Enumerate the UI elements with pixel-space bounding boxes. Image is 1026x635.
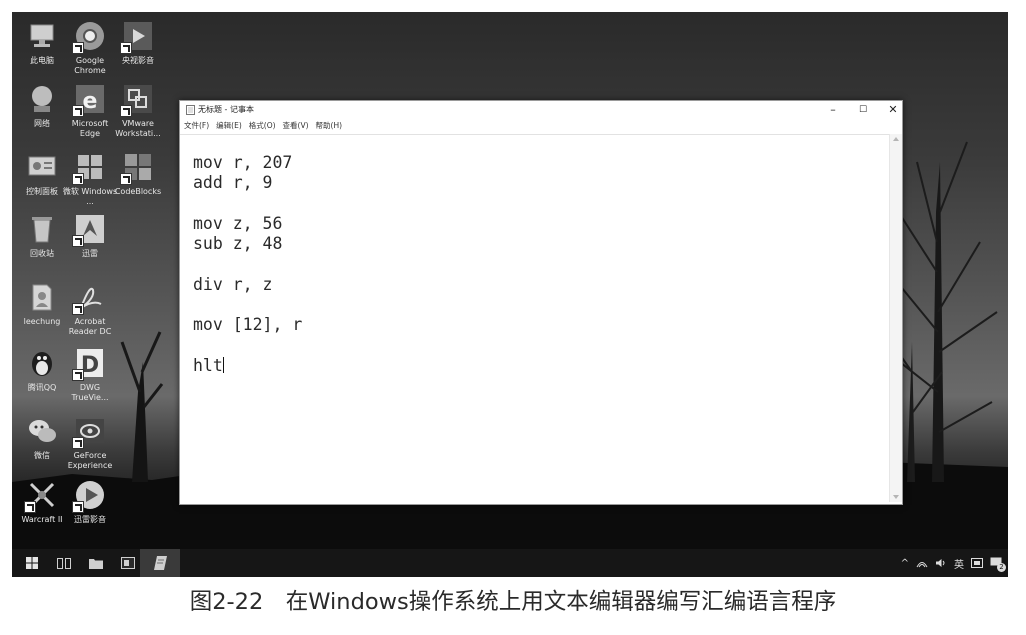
window-title: 无标题 - 记事本	[198, 105, 254, 114]
desktop-icon[interactable]: CodeBlocks	[110, 150, 166, 197]
vertical-scrollbar[interactable]	[889, 134, 902, 502]
code-line: mov r, 207	[193, 153, 293, 172]
volume-icon[interactable]	[935, 558, 947, 568]
desktop-icon[interactable]: 迅雷	[62, 212, 118, 259]
text-caret	[222, 356, 224, 373]
menu-format[interactable]: 格式(O)	[249, 119, 276, 133]
desktop-icon[interactable]: 央视影音	[110, 19, 166, 66]
windows-start-icon	[26, 557, 38, 569]
code-line-text: hlt	[193, 355, 223, 375]
computer-icon	[30, 24, 54, 47]
desktop-icon[interactable]: D DWG TrueVie...	[62, 346, 118, 403]
menu-help[interactable]: 帮助(H)	[316, 119, 343, 133]
app-icon	[121, 557, 135, 569]
notepad-titlebar[interactable]: 无标题 - 记事本 – ☐ ✕	[180, 101, 902, 119]
notepad-icon	[153, 556, 167, 570]
keyboard-icon[interactable]	[971, 558, 983, 568]
desktop-screen: 此电脑 Google Chrome 央视影音 网络 e Microsoft Ed…	[12, 12, 1008, 577]
system-tray: ^ 英 2	[901, 549, 1006, 577]
menu-file[interactable]: 文件(F)	[184, 119, 209, 133]
code-line: mov z, 56	[193, 213, 283, 233]
notepad-window[interactable]: 无标题 - 记事本 – ☐ ✕ 文件(F) 编辑(E) 格式(O) 查看(V) …	[179, 100, 903, 505]
user-folder-icon	[32, 284, 52, 311]
desktop-icon[interactable]: GeForce Experience	[62, 414, 118, 471]
tray-chevron-icon[interactable]: ^	[901, 558, 909, 569]
code-line: add r, 9	[193, 173, 273, 193]
input-method-indicator[interactable]: 英	[954, 556, 964, 571]
taskbar: ^ 英 2	[12, 549, 1008, 577]
svg-text:e: e	[83, 89, 98, 114]
menu-edit[interactable]: 编辑(E)	[216, 119, 242, 133]
notification-center-button[interactable]: 2	[990, 557, 1006, 572]
desktop-icon[interactable]: 迅雷影音	[62, 478, 118, 525]
notification-count-badge: 2	[997, 563, 1006, 572]
scroll-up-arrow-icon[interactable]	[893, 137, 899, 141]
notepad-taskbar-button[interactable]	[140, 549, 180, 577]
network-icon[interactable]	[916, 558, 928, 568]
menu-bar: 文件(F) 编辑(E) 格式(O) 查看(V) 帮助(H)	[180, 119, 902, 133]
scroll-down-arrow-icon[interactable]	[893, 495, 899, 499]
menu-view[interactable]: 查看(V)	[283, 119, 309, 133]
task-view-icon	[57, 557, 71, 569]
desktop-icon[interactable]: VMware Workstati...	[110, 82, 166, 139]
desktop-icon[interactable]: Acrobat Reader DC	[62, 280, 118, 337]
code-line: sub z, 48	[193, 234, 283, 254]
close-button[interactable]: ✕	[878, 101, 908, 119]
code-line-last: hlt	[193, 356, 302, 376]
minimize-button[interactable]: –	[818, 101, 848, 119]
figure-caption: 图2-22 在Windows操作系统上用文本编辑器编写汇编语言程序	[189, 589, 837, 615]
code-text: mov r, 207 add r, 9 mov z, 56 sub z, 48 …	[193, 153, 302, 376]
wechat-icon	[29, 420, 56, 442]
network-icon	[32, 86, 52, 112]
recycle-bin-icon	[32, 217, 52, 243]
qq-penguin-icon	[32, 352, 52, 376]
code-line: div r, z	[193, 274, 273, 294]
control-panel-icon	[28, 156, 56, 176]
folder-icon	[89, 558, 103, 569]
notepad-icon	[186, 105, 195, 115]
text-editor[interactable]: mov r, 207 add r, 9 mov z, 56 sub z, 48 …	[180, 134, 889, 503]
code-line: mov [12], r	[193, 315, 303, 335]
maximize-button[interactable]: ☐	[848, 101, 878, 119]
